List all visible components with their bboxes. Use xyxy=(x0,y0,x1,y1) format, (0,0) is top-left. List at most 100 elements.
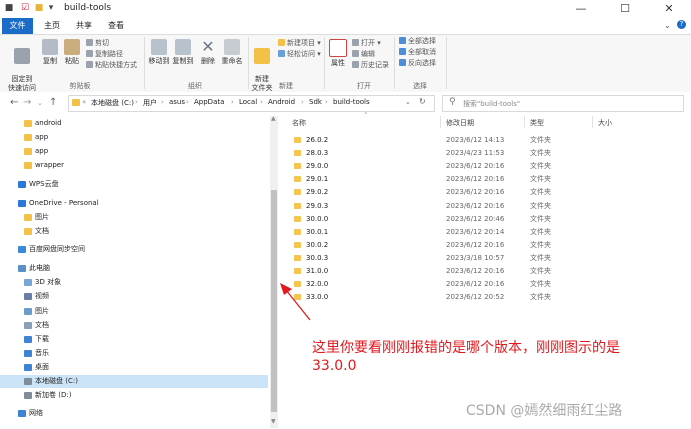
rename-button[interactable]: 重命名 xyxy=(220,39,244,66)
sidebar-item[interactable]: 网络 xyxy=(0,407,268,420)
properties-quick-icon[interactable]: ☑ xyxy=(20,3,30,13)
address-dropdown-icon[interactable]: ⌄ xyxy=(405,98,411,106)
breadcrumb-sdk[interactable]: Sdk xyxy=(309,98,322,106)
file-row[interactable]: 28.0.3 2023/4/23 11:53 文件夹 xyxy=(284,147,614,160)
help-icon[interactable]: ? xyxy=(677,20,686,29)
new-item-button[interactable]: 新建项目 ▾ xyxy=(278,39,321,48)
column-divider[interactable] xyxy=(440,116,441,128)
file-row[interactable]: 26.0.2 2023/6/12 14:13 文件夹 xyxy=(284,134,614,147)
copy-to-button[interactable]: 复制到 xyxy=(172,39,194,66)
delete-button[interactable]: ✕ 删除 xyxy=(198,39,218,66)
copy-button[interactable]: 复制 xyxy=(40,39,60,66)
new-folder-quick-icon[interactable]: ■ xyxy=(34,3,44,13)
maximize-button[interactable]: ☐ xyxy=(603,0,647,18)
sidebar-item[interactable]: 图片 xyxy=(0,211,268,224)
sidebar-item[interactable]: 下载 xyxy=(0,333,268,346)
folder-icon xyxy=(294,215,301,222)
select-none-button[interactable]: 全部取消 xyxy=(399,48,436,57)
breadcrumb-android[interactable]: Android xyxy=(268,98,295,106)
sidebar-item[interactable]: android xyxy=(0,117,268,130)
history-button[interactable]: 历史记录 xyxy=(352,61,389,70)
column-date-header[interactable]: 修改日期 xyxy=(446,118,474,128)
invert-selection-button[interactable]: 反向选择 xyxy=(399,59,436,68)
breadcrumb-appdata[interactable]: AppData xyxy=(194,98,224,106)
file-row[interactable]: 30.0.1 2023/6/12 20:14 文件夹 xyxy=(284,226,614,239)
sidebar-item[interactable]: 音乐 xyxy=(0,347,268,360)
new-folder-icon xyxy=(254,48,270,64)
copy-path-button[interactable]: 复制路径 xyxy=(86,50,123,59)
column-type-header[interactable]: 类型 xyxy=(530,118,544,128)
scroll-down-icon[interactable]: ▼ xyxy=(271,418,276,425)
breadcrumb-drive[interactable]: 本地磁盘 (C:) xyxy=(91,98,134,108)
sidebar-item-label: 视频 xyxy=(35,292,49,300)
up-arrow-icon[interactable]: ↑ xyxy=(49,97,57,108)
sidebar-item[interactable]: WPS云盘 xyxy=(0,178,268,191)
search-box[interactable]: ⚲ 搜索"build-tools" xyxy=(442,95,684,112)
sidebar-item[interactable]: OneDrive - Personal xyxy=(0,197,268,210)
select-all-button[interactable]: 全部选择 xyxy=(399,37,436,46)
move-to-button[interactable]: 移动到 xyxy=(148,39,170,66)
close-button[interactable]: ✕ xyxy=(647,0,691,18)
breadcrumb-build-tools[interactable]: build-tools xyxy=(333,98,370,106)
address-bar[interactable]: « 本地磁盘 (C:) › 用户 › asus › AppData › Loca… xyxy=(68,95,435,112)
sidebar-item[interactable]: 新加卷 (D:) xyxy=(0,389,268,402)
paste-shortcut-button[interactable]: 粘贴快捷方式 xyxy=(86,61,137,70)
sidebar-item[interactable]: 此电脑 xyxy=(0,262,268,275)
file-row[interactable]: 30.0.3 2023/3/18 10:57 文件夹 xyxy=(284,252,614,265)
pin-quick-access-button[interactable]: 固定到 快速访问 xyxy=(6,39,38,93)
properties-icon xyxy=(329,39,347,57)
file-row[interactable]: 30.0.2 2023/6/12 20:16 文件夹 xyxy=(284,239,614,252)
column-size-header[interactable]: 大小 xyxy=(598,118,612,128)
recent-locations-icon[interactable]: ⌄ xyxy=(37,99,43,107)
file-row[interactable]: 29.0.3 2023/6/12 20:16 文件夹 xyxy=(284,200,614,213)
breadcrumb-overflow[interactable]: « xyxy=(82,98,86,106)
sidebar-item[interactable]: 3D 对象 xyxy=(0,276,268,289)
scroll-up-icon[interactable]: ▲ xyxy=(271,115,276,122)
file-row[interactable]: 29.0.2 2023/6/12 20:16 文件夹 xyxy=(284,186,614,199)
customize-toolbar-icon[interactable]: ▾ xyxy=(46,3,56,13)
delete-icon: ✕ xyxy=(201,37,215,56)
file-row[interactable]: 29.0.1 2023/6/12 20:16 文件夹 xyxy=(284,173,614,186)
tab-view[interactable]: 查看 xyxy=(102,18,130,34)
sidebar-item[interactable]: 文档 xyxy=(0,225,268,238)
sidebar-item[interactable]: app xyxy=(0,145,268,158)
sidebar-item[interactable]: 百度网盘同步空间 xyxy=(0,243,268,256)
tab-share[interactable]: 共享 xyxy=(70,18,98,34)
breadcrumb-users[interactable]: 用户 xyxy=(143,98,157,108)
tab-file[interactable]: 文件 xyxy=(2,18,33,34)
chevron-down-icon[interactable]: ⌄ xyxy=(664,21,671,30)
search-input[interactable]: 搜索"build-tools" xyxy=(463,99,520,109)
edit-button[interactable]: 编辑 xyxy=(352,50,375,59)
move-to-icon xyxy=(151,39,167,55)
tab-home[interactable]: 主页 xyxy=(38,18,66,34)
file-row[interactable]: 31.0.0 2023/6/12 20:16 文件夹 xyxy=(284,265,614,278)
sidebar-item[interactable]: 视频 xyxy=(0,290,268,303)
open-button[interactable]: 打开 ▾ xyxy=(352,39,381,48)
sidebar-item[interactable]: 桌面 xyxy=(0,361,268,374)
cube-icon xyxy=(24,279,32,286)
sidebar-item[interactable]: app xyxy=(0,131,268,144)
properties-button[interactable]: 属性 xyxy=(328,39,348,68)
sidebar-item[interactable]: 文档 xyxy=(0,319,268,332)
column-name-header[interactable]: 名称 xyxy=(292,118,306,128)
paste-button[interactable]: 粘贴 xyxy=(62,39,82,66)
file-list: 名称 ˄ 修改日期 类型 大小 26.0.2 2023/6/12 14:13 文件夹… xyxy=(284,112,691,429)
back-arrow-icon[interactable]: ← xyxy=(10,97,18,108)
file-row[interactable]: 32.0.0 2023/6/12 20:16 文件夹 xyxy=(284,278,614,291)
forward-arrow-icon[interactable]: → xyxy=(23,97,31,108)
file-row[interactable]: 29.0.0 2023/6/12 20:16 文件夹 xyxy=(284,160,614,173)
folder-icon xyxy=(24,162,32,169)
breadcrumb-local[interactable]: Local xyxy=(239,98,257,106)
easy-access-button[interactable]: 轻松访问 ▾ xyxy=(278,50,321,59)
cut-button[interactable]: 剪切 xyxy=(86,39,109,48)
file-row[interactable]: 33.0.0 2023/6/12 20:52 文件夹 xyxy=(284,291,614,304)
file-row[interactable]: 30.0.0 2023/6/12 20:46 文件夹 xyxy=(284,213,614,226)
sidebar-item[interactable]: 图片 xyxy=(0,305,268,318)
column-divider[interactable] xyxy=(592,116,593,128)
sidebar-item[interactable]: 本地磁盘 (C:) xyxy=(0,375,268,388)
breadcrumb-asus[interactable]: asus xyxy=(169,98,185,106)
column-divider[interactable] xyxy=(524,116,525,128)
sidebar-item[interactable]: wrapper xyxy=(0,159,268,172)
minimize-button[interactable]: — xyxy=(559,0,603,18)
refresh-icon[interactable]: ↻ xyxy=(419,97,426,106)
